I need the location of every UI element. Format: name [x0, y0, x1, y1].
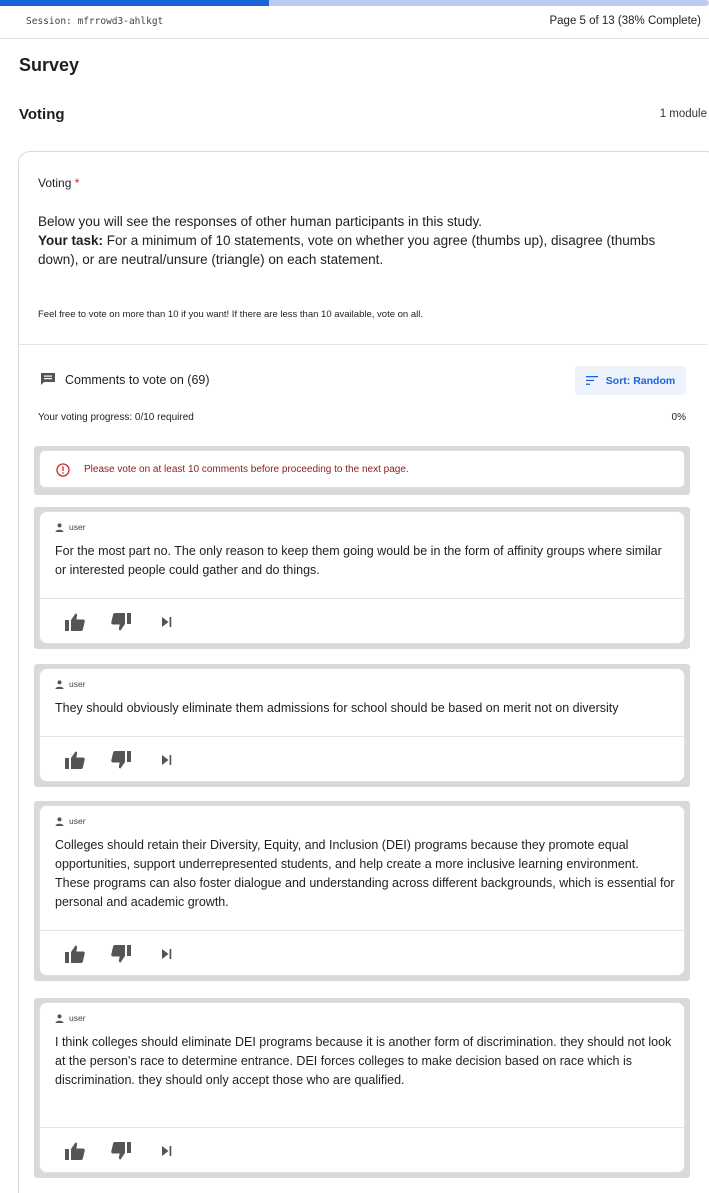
comment-card: user They should obviously eliminate them… [39, 668, 685, 782]
page-title: Survey [19, 55, 80, 75]
instruction-note: Feel free to vote on more than 10 if you… [38, 309, 423, 320]
comment-card: user For the most part no. The only reaso… [39, 511, 685, 644]
vote-actions [60, 943, 198, 965]
comment-text: For the most part no. The only reason to… [55, 544, 662, 577]
neutral-button[interactable] [152, 749, 182, 771]
sort-button[interactable]: Sort: Random [575, 366, 686, 395]
disagree-button[interactable] [106, 611, 136, 633]
skip-triangle-icon [162, 949, 172, 959]
disagree-button[interactable] [106, 943, 136, 965]
warning-banner: Please vote on at least 10 comments befo… [34, 446, 690, 495]
error-circle-icon [56, 463, 70, 477]
comment-author: user [55, 816, 86, 826]
voting-progress-percent: 0% [671, 412, 686, 423]
comment-text: I think colleges should eliminate DEI pr… [55, 1035, 672, 1087]
vote-actions [60, 1140, 198, 1162]
comment-author-name: user [69, 679, 86, 689]
comment-author-name: user [69, 816, 86, 826]
comment-divider [40, 598, 684, 599]
sort-label: Sort: Random [605, 374, 676, 387]
comment-divider [40, 930, 684, 931]
neutral-button[interactable] [152, 611, 182, 633]
thumbs-up-icon [65, 613, 85, 631]
comments-heading: Comments to vote on (69) [65, 373, 210, 387]
skip-triangle-icon [162, 755, 172, 765]
neutral-button[interactable] [152, 943, 182, 965]
voting-progress-label: Your voting progress: 0/10 required [38, 412, 194, 423]
comment-card: user Colleges should retain their Diversi… [39, 805, 685, 976]
section-divider [19, 344, 707, 345]
disagree-button[interactable] [106, 1140, 136, 1162]
comment-author-name: user [69, 522, 86, 532]
comment-author: user [55, 1013, 86, 1023]
comment-text: Colleges should retain their Diversity, … [55, 838, 675, 909]
question-label-text: Voting [38, 176, 72, 190]
comment-divider [40, 1127, 684, 1128]
thumbs-down-icon [111, 945, 131, 963]
section-title: Voting [19, 106, 65, 123]
comment-author: user [55, 679, 86, 689]
thumbs-up-icon [65, 1142, 85, 1160]
comment-item: user They should obviously eliminate them… [34, 664, 690, 787]
warning-box: Please vote on at least 10 comments befo… [39, 450, 685, 488]
agree-button[interactable] [60, 611, 90, 633]
thumbs-down-icon [111, 751, 131, 769]
comment-icon [41, 373, 55, 385]
instruction-intro: Below you will see the responses of othe… [38, 214, 482, 229]
page-progress-text: Page 5 of 13 (38% Complete) [549, 15, 701, 27]
agree-button[interactable] [60, 943, 90, 965]
person-icon [55, 1013, 64, 1023]
required-marker: * [74, 176, 80, 190]
thumbs-up-icon [65, 945, 85, 963]
person-icon [55, 679, 64, 689]
disagree-button[interactable] [106, 749, 136, 771]
skip-triangle-icon [162, 617, 172, 627]
comment-item: user For the most part no. The only reaso… [34, 507, 690, 649]
comment-item: user I think colleges should eliminate DE… [34, 998, 690, 1178]
question-label: Voting * [38, 176, 79, 190]
warning-text: Please vote on at least 10 comments befo… [84, 464, 409, 475]
vote-actions [60, 611, 198, 633]
sort-icon [585, 376, 598, 385]
comment-text: They should obviously eliminate them adm… [55, 701, 619, 715]
thumbs-up-icon [65, 751, 85, 769]
instruction-task-text: For a minimum of 10 statements, vote on … [38, 233, 656, 267]
instruction-task: Your task: For a minimum of 10 statement… [38, 231, 698, 269]
thumbs-down-icon [111, 613, 131, 631]
module-count: 1 module [659, 108, 707, 120]
agree-button[interactable] [60, 1140, 90, 1162]
comment-item: user Colleges should retain their Diversi… [34, 801, 690, 981]
comment-author-name: user [69, 1013, 86, 1023]
instruction-task-label: Your task: [38, 233, 104, 248]
person-icon [55, 522, 64, 532]
agree-button[interactable] [60, 749, 90, 771]
comment-card: user I think colleges should eliminate DE… [39, 1002, 685, 1173]
comment-author: user [55, 522, 86, 532]
thumbs-down-icon [111, 1142, 131, 1160]
top-bar: Session: mfrrowd3-ahlkgt Page 5 of 13 (3… [0, 6, 709, 39]
session-id: Session: mfrrowd3-ahlkgt [26, 16, 164, 27]
neutral-button[interactable] [152, 1140, 182, 1162]
skip-triangle-icon [162, 1146, 172, 1156]
vote-actions [60, 749, 198, 771]
person-icon [55, 816, 64, 826]
comment-divider [40, 736, 684, 737]
